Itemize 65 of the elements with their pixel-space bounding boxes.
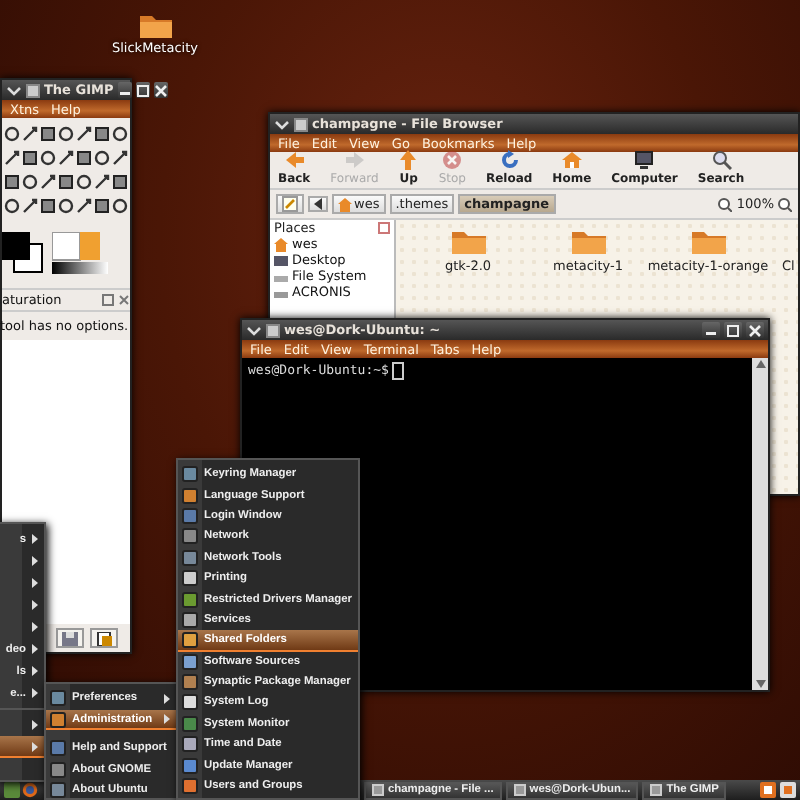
window-menu-icon[interactable] xyxy=(246,323,262,337)
save-button[interactable] xyxy=(56,628,84,648)
window-menu-icon[interactable] xyxy=(274,117,290,131)
window-icon xyxy=(372,784,384,796)
folder-icon xyxy=(451,228,485,254)
zoom-out-icon[interactable] xyxy=(718,197,733,211)
stop-icon xyxy=(442,150,463,170)
submenu-arrow-icon xyxy=(32,578,38,588)
house-icon xyxy=(338,197,352,211)
app-icon xyxy=(294,117,308,131)
scrollbar[interactable] xyxy=(752,358,768,690)
window-icon xyxy=(513,784,526,796)
close-icon xyxy=(748,323,762,337)
brush-pattern-gradient-icon xyxy=(52,232,112,276)
window-icon xyxy=(650,784,663,796)
submenu-arrow-icon xyxy=(32,556,38,566)
maximize-button[interactable] xyxy=(724,322,742,338)
close-icon[interactable] xyxy=(118,294,130,306)
folder-icon xyxy=(691,228,725,254)
document-icon xyxy=(96,631,112,645)
submenu-arrow-icon xyxy=(32,644,38,654)
up-arrow-icon xyxy=(398,150,419,170)
window-menu-icon[interactable] xyxy=(6,83,22,97)
computer-icon xyxy=(634,150,655,170)
pencil-icon xyxy=(282,196,298,212)
house-icon xyxy=(561,150,582,170)
close-button[interactable] xyxy=(746,322,764,338)
close-button[interactable] xyxy=(153,82,168,98)
minimize-button[interactable] xyxy=(117,82,132,98)
cursor xyxy=(392,362,405,380)
folder-icon xyxy=(571,228,605,254)
close-icon xyxy=(153,83,168,97)
path-scroll-button[interactable] xyxy=(308,196,328,212)
notification-icon[interactable] xyxy=(760,782,776,798)
monitor-icon xyxy=(274,253,288,267)
submenu-arrow-icon xyxy=(32,622,38,632)
reload-icon xyxy=(499,150,520,170)
maximize-button[interactable] xyxy=(135,82,150,98)
restore-icon[interactable] xyxy=(102,294,114,306)
reset-button[interactable] xyxy=(90,628,118,648)
submenu-arrow-icon xyxy=(32,534,38,544)
maximize-icon xyxy=(726,323,740,337)
submenu-arrow-icon xyxy=(32,688,38,698)
globe-icon[interactable] xyxy=(22,782,38,798)
app-icon xyxy=(26,83,40,97)
submenu-arrow-icon xyxy=(32,720,38,730)
minimize-button[interactable] xyxy=(702,322,720,338)
forward-arrow-icon xyxy=(344,150,365,170)
maximize-icon xyxy=(135,83,150,97)
left-arrow-icon xyxy=(314,198,322,210)
launcher-icon[interactable] xyxy=(4,782,20,798)
foreground-background-color-icon xyxy=(2,232,46,276)
up-arrow-icon[interactable] xyxy=(755,360,765,368)
submenu-arrow-icon xyxy=(32,742,38,752)
back-arrow-icon xyxy=(284,150,305,170)
zoom-in-icon[interactable] xyxy=(778,197,792,211)
submenu-arrow-icon xyxy=(32,600,38,610)
house-icon xyxy=(274,237,288,251)
search-icon xyxy=(711,150,731,170)
close-icon[interactable] xyxy=(378,222,390,234)
down-arrow-icon[interactable] xyxy=(755,680,765,688)
menu-item[interactable] xyxy=(0,736,44,758)
folder-icon xyxy=(139,12,171,38)
submenu-arrow-icon xyxy=(32,666,38,676)
app-icon xyxy=(266,323,280,337)
